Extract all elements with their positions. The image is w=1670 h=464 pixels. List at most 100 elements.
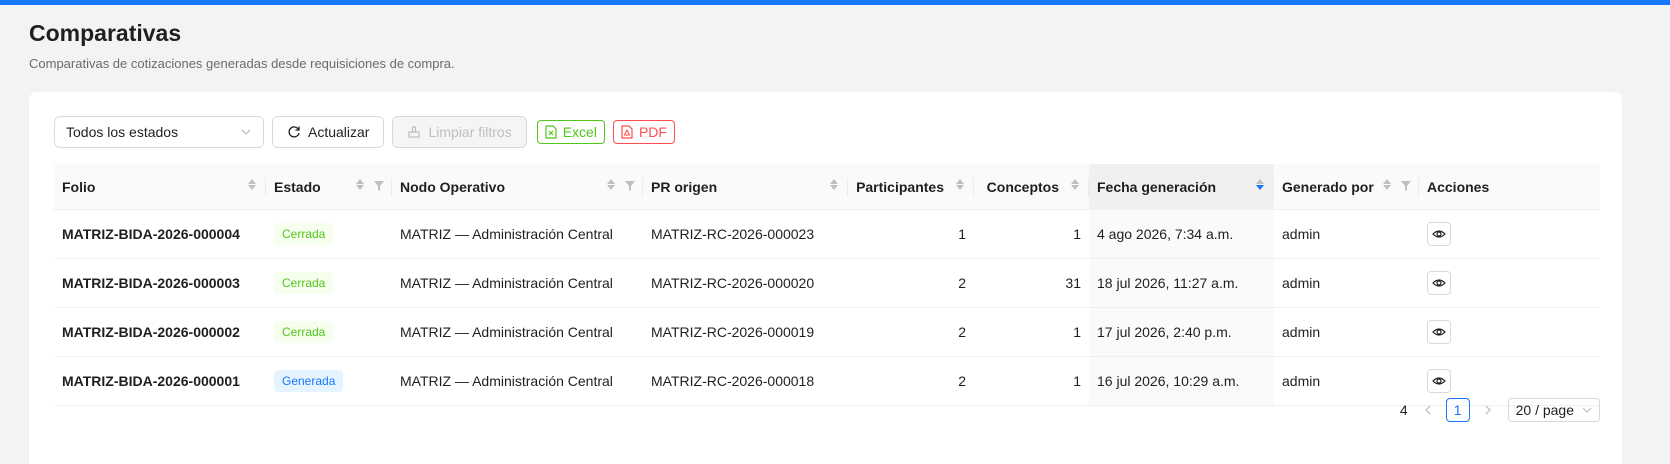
column-header-pr-origen[interactable]: PR origen: [643, 164, 848, 209]
generado-por-cell: admin: [1282, 373, 1321, 389]
page-subtitle: Comparativas de cotizaciones generadas d…: [29, 56, 455, 71]
sort-icon[interactable]: [1256, 179, 1264, 190]
chevron-left-icon: [1424, 405, 1431, 415]
table-header: Folio Estado Nodo Operativo PR origen Pa…: [54, 164, 1600, 210]
page-size-select[interactable]: 20 / page: [1507, 398, 1600, 422]
page-number-button[interactable]: 1: [1445, 398, 1470, 422]
eye-icon: [1432, 328, 1446, 336]
sort-icon[interactable]: [1383, 179, 1391, 190]
participantes-cell: 2: [958, 275, 966, 291]
refresh-label: Actualizar: [308, 124, 370, 140]
clear-filters-label: Limpiar filtros: [428, 124, 512, 140]
folio-cell: MATRIZ-BIDA-2026-000002: [62, 324, 240, 340]
column-header-participantes[interactable]: Participantes: [848, 164, 974, 209]
eye-icon: [1432, 377, 1446, 385]
excel-label: Excel: [562, 124, 597, 140]
acciones-cell: [1419, 308, 1505, 356]
table-row[interactable]: MATRIZ-BIDA-2026-000003 Cerrada MATRIZ —…: [54, 259, 1600, 308]
filter-icon[interactable]: [1401, 181, 1411, 191]
clear-filters-button[interactable]: Limpiar filtros: [392, 116, 527, 148]
eye-icon: [1432, 230, 1446, 238]
sort-icon[interactable]: [956, 179, 964, 190]
content-card: Todos los estados Actualizar Limpiar fil…: [29, 92, 1622, 464]
chevron-down-icon: [241, 129, 251, 135]
folio-cell: MATRIZ-BIDA-2026-000001: [62, 373, 240, 389]
fecha-cell: 16 jul 2026, 10:29 a.m.: [1089, 357, 1274, 405]
column-header-estado[interactable]: Estado: [266, 164, 392, 209]
status-badge: Cerrada: [274, 272, 334, 294]
acciones-cell: [1419, 259, 1505, 307]
nodo-cell: MATRIZ — Administración Central: [400, 275, 613, 291]
status-filter-value: Todos los estados: [66, 124, 179, 140]
export-excel-button[interactable]: Excel: [536, 120, 605, 144]
page-size-value: 20 / page: [1515, 402, 1574, 418]
sort-icon[interactable]: [248, 179, 256, 190]
table-row[interactable]: MATRIZ-BIDA-2026-000002 Cerrada MATRIZ —…: [54, 308, 1600, 357]
prev-page-button[interactable]: [1416, 398, 1440, 422]
status-badge: Cerrada: [274, 223, 334, 245]
column-header-fecha-generacion[interactable]: Fecha generación: [1089, 164, 1274, 209]
page-title: Comparativas: [29, 20, 182, 46]
column-header-nodo-operativo[interactable]: Nodo Operativo: [392, 164, 643, 209]
fecha-cell: 17 jul 2026, 2:40 p.m.: [1089, 308, 1274, 356]
next-page-button[interactable]: [1476, 398, 1500, 422]
filter-icon[interactable]: [374, 181, 384, 191]
view-button[interactable]: [1427, 271, 1451, 295]
estado-cell: Cerrada: [266, 210, 392, 258]
participantes-cell: 2: [958, 373, 966, 389]
status-badge: Generada: [274, 370, 344, 392]
table-row[interactable]: MATRIZ-BIDA-2026-000001 Generada MATRIZ …: [54, 357, 1600, 406]
view-button[interactable]: [1427, 222, 1451, 246]
sort-icon[interactable]: [1071, 179, 1079, 190]
status-badge: Cerrada: [274, 321, 334, 343]
conceptos-cell: 1: [1073, 324, 1081, 340]
pr-origen-cell: MATRIZ-RC-2026-000020: [651, 275, 815, 291]
status-filter-select[interactable]: Todos los estados: [54, 116, 264, 148]
eye-icon: [1432, 279, 1446, 287]
pr-origen-cell: MATRIZ-RC-2026-000019: [651, 324, 815, 340]
conceptos-cell: 31: [1065, 275, 1081, 291]
generado-por-cell: admin: [1282, 226, 1321, 242]
column-header-acciones: Acciones: [1427, 178, 1490, 195]
acciones-cell: [1419, 210, 1505, 258]
generado-por-cell: admin: [1282, 324, 1321, 340]
folio-cell: MATRIZ-BIDA-2026-000004: [62, 226, 240, 242]
pdf-label: PDF: [638, 124, 667, 140]
estado-cell: Cerrada: [266, 259, 392, 307]
file-excel-icon: [545, 125, 557, 139]
chevron-down-icon: [1582, 407, 1592, 413]
pr-origen-cell: MATRIZ-RC-2026-000023: [651, 226, 815, 242]
sort-icon[interactable]: [607, 179, 615, 190]
filter-icon[interactable]: [625, 181, 635, 191]
pr-origen-cell: MATRIZ-RC-2026-000018: [651, 373, 815, 389]
top-accent-bar: [0, 0, 1670, 5]
export-pdf-button[interactable]: PDF: [612, 120, 675, 144]
comparativas-table: Folio Estado Nodo Operativo PR origen Pa…: [54, 164, 1600, 406]
refresh-button[interactable]: Actualizar: [272, 116, 385, 148]
view-button[interactable]: [1427, 369, 1451, 393]
estado-cell: Generada: [266, 357, 392, 405]
chevron-right-icon: [1485, 405, 1491, 415]
participantes-cell: 1: [958, 226, 966, 242]
file-pdf-icon: [621, 125, 633, 139]
reload-icon: [288, 126, 300, 138]
column-header-conceptos[interactable]: Conceptos: [974, 164, 1089, 209]
pagination: 4 1 20 / page: [1400, 398, 1600, 422]
folio-cell: MATRIZ-BIDA-2026-000003: [62, 275, 240, 291]
clear-icon: [408, 126, 421, 138]
column-header-folio[interactable]: Folio: [54, 164, 266, 209]
nodo-cell: MATRIZ — Administración Central: [400, 226, 613, 242]
sort-icon[interactable]: [356, 179, 364, 190]
conceptos-cell: 1: [1073, 373, 1081, 389]
generado-por-cell: admin: [1282, 275, 1321, 291]
sort-icon[interactable]: [830, 179, 838, 190]
nodo-cell: MATRIZ — Administración Central: [400, 324, 613, 340]
table-row[interactable]: MATRIZ-BIDA-2026-000004 Cerrada MATRIZ —…: [54, 210, 1600, 259]
view-button[interactable]: [1427, 320, 1451, 344]
participantes-cell: 2: [958, 324, 966, 340]
nodo-cell: MATRIZ — Administración Central: [400, 373, 613, 389]
table-body: MATRIZ-BIDA-2026-000004 Cerrada MATRIZ —…: [54, 210, 1600, 406]
column-header-generado-por[interactable]: Generado por: [1274, 164, 1419, 209]
fecha-cell: 18 jul 2026, 11:27 a.m.: [1089, 259, 1274, 307]
conceptos-cell: 1: [1073, 226, 1081, 242]
